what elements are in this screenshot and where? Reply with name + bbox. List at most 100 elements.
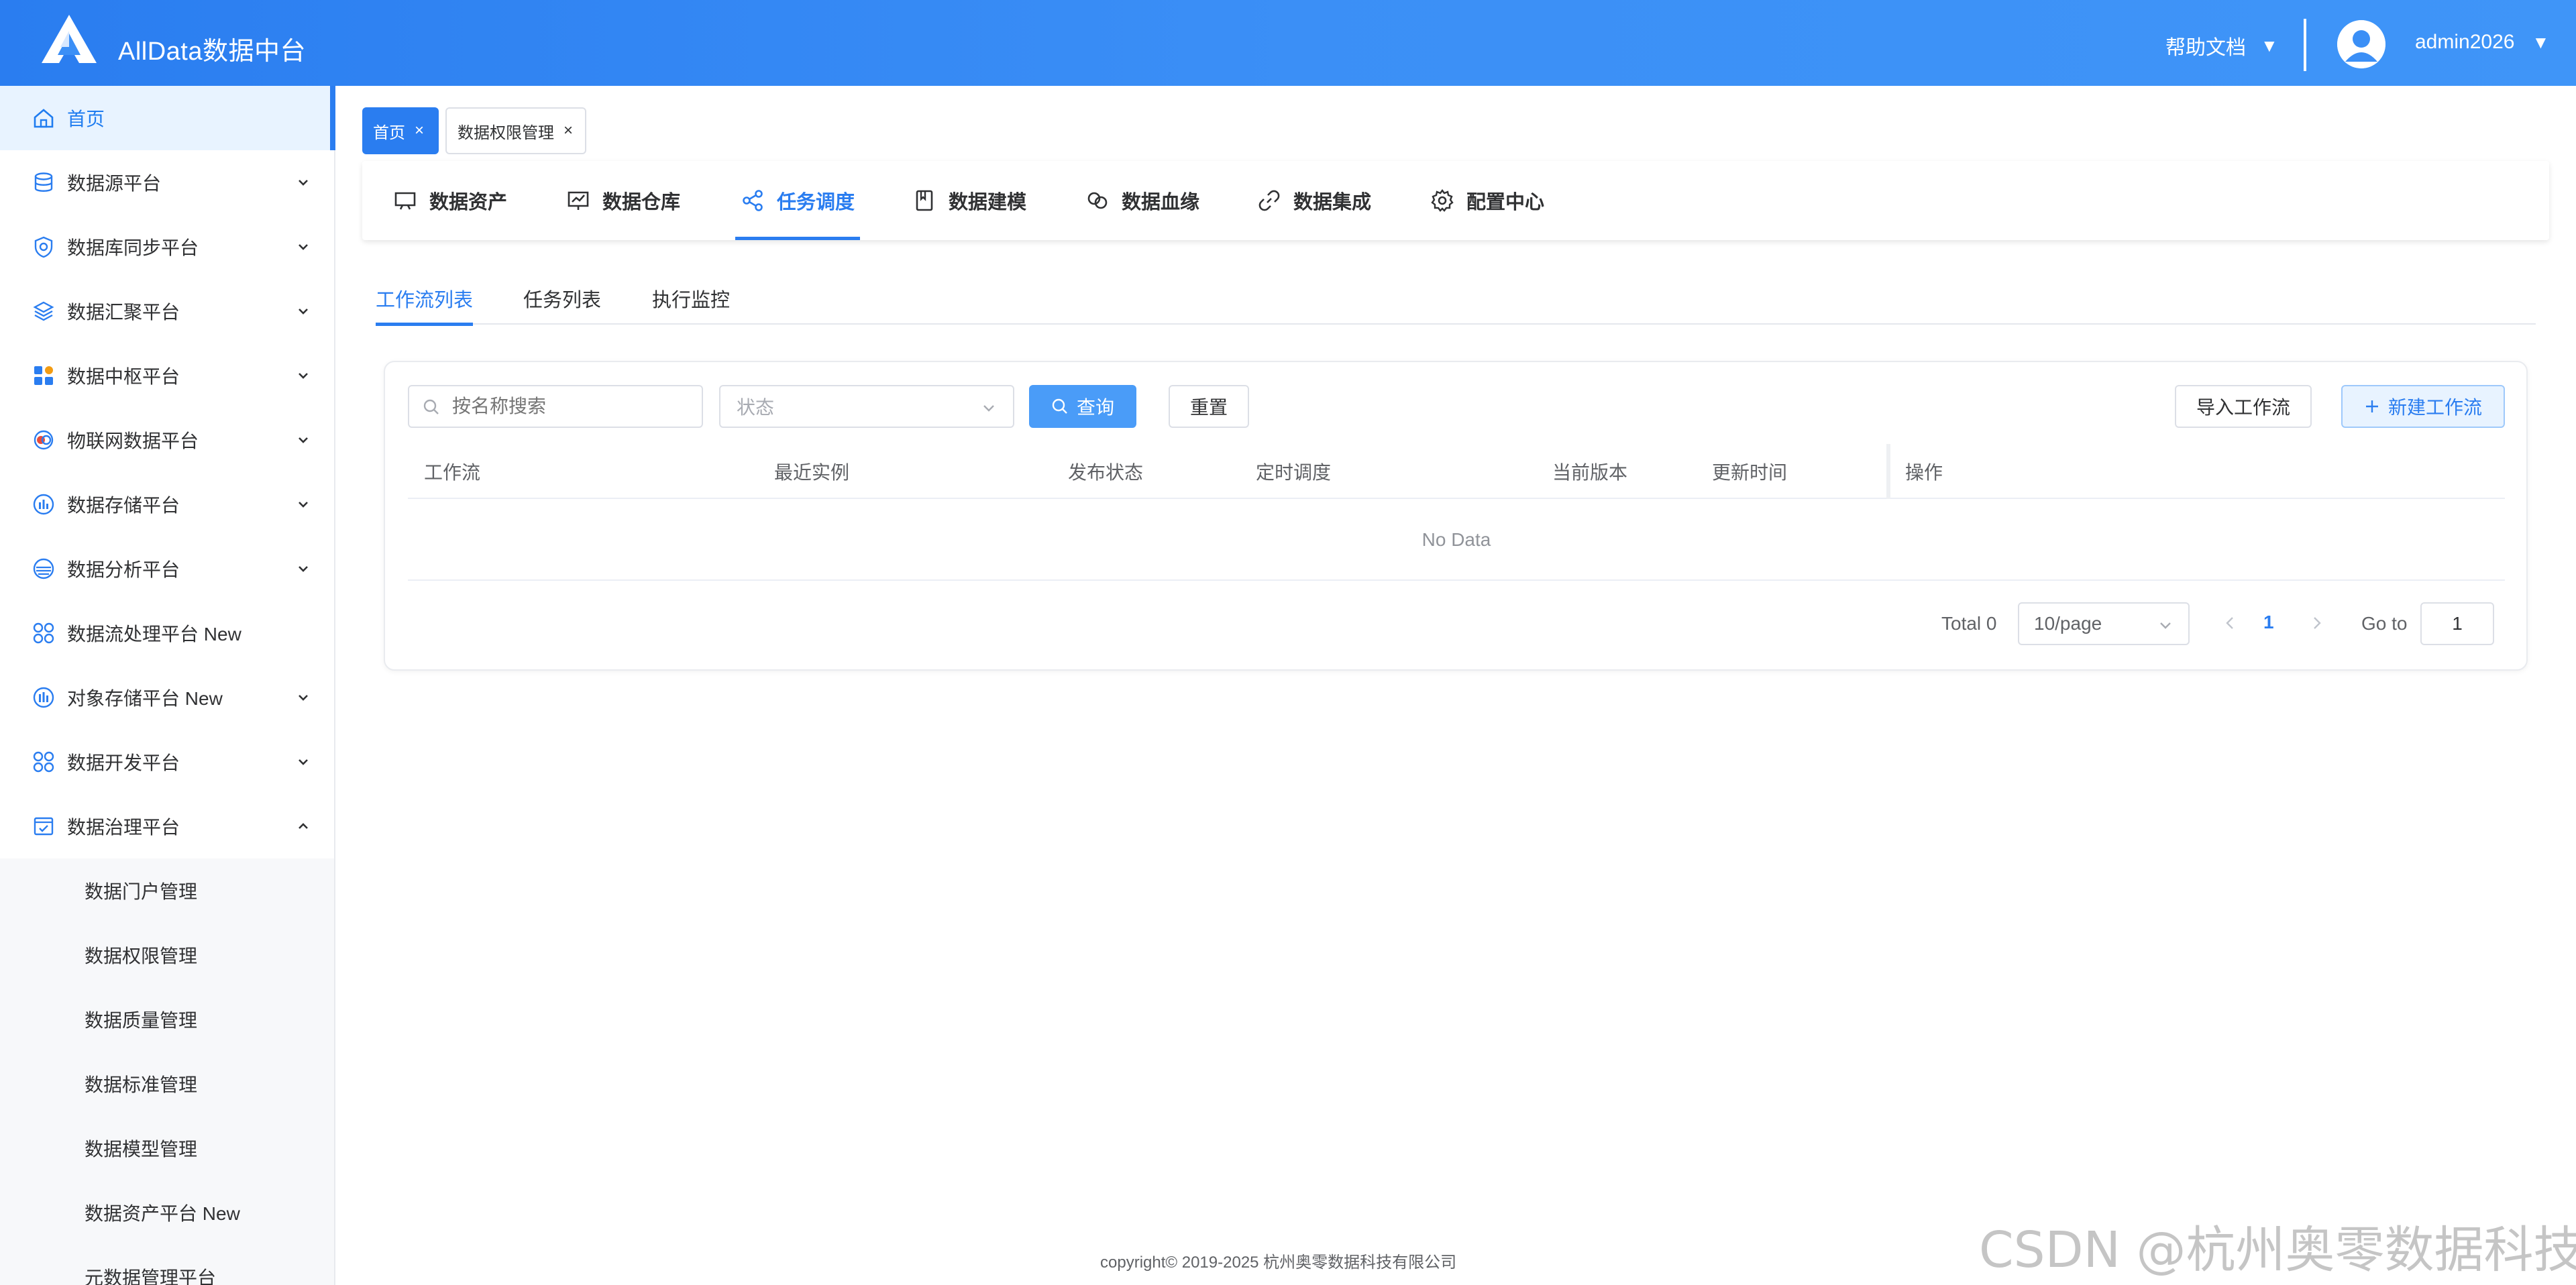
footer-copyright: copyright© 2019-2025 杭州奥零数据科技有限公司 xyxy=(1100,1253,1457,1272)
module-tab-label: 数据仓库 xyxy=(602,192,681,213)
tag-permission-management[interactable]: 数据权限管理 × xyxy=(445,107,586,154)
submenu-item-label: 元数据管理平台 xyxy=(85,1268,217,1285)
sidebar-item-aggregation[interactable]: 数据汇聚平台 xyxy=(0,279,334,343)
book-icon xyxy=(916,190,933,211)
help-docs-dropdown[interactable]: 帮助文档 ▼ xyxy=(2165,31,2278,60)
empty-state: No Data xyxy=(408,500,2505,581)
help-docs-label: 帮助文档 xyxy=(2165,37,2246,59)
sidebar-item-home[interactable]: 首页 xyxy=(0,86,335,150)
chevron-left-icon[interactable] xyxy=(2222,613,2238,633)
top-header: AllData数据中台 帮助文档 ▼ admin2026 ▼ xyxy=(0,0,2576,86)
close-icon[interactable]: × xyxy=(564,121,573,140)
import-workflow-button[interactable]: 导入工作流 xyxy=(2175,385,2312,428)
sidebar-item-label: 物联网数据平台 xyxy=(67,431,199,451)
submenu-item-standard[interactable]: 数据标准管理 xyxy=(0,1052,334,1116)
column-header[interactable]: 操作 xyxy=(1905,444,1943,499)
column-header[interactable]: 更新时间 xyxy=(1712,444,1787,499)
chevron-up-icon xyxy=(299,823,308,829)
reset-button[interactable]: 重置 xyxy=(1169,385,1249,428)
new-workflow-label: 新建工作流 xyxy=(2387,397,2482,418)
module-nav: 数据资产 数据仓库 任务调度 数据建模 数据血缘 数据集成 配置中心 xyxy=(362,161,2549,240)
submenu-item-portal[interactable]: 数据门户管理 xyxy=(0,858,334,923)
sidebar-item-label: 数据流处理平台 New xyxy=(67,624,241,645)
goto-label: Go to xyxy=(2361,613,2408,634)
alldata-logo-icon[interactable] xyxy=(40,13,98,64)
chevron-down-icon xyxy=(299,695,308,701)
page-number-current[interactable]: 1 xyxy=(2263,612,2274,633)
tab-workflow-list[interactable]: 工作流列表 xyxy=(376,282,474,326)
module-tab-label: 数据资产 xyxy=(429,192,508,213)
submenu-item-metadata[interactable]: 元数据管理平台 xyxy=(0,1245,334,1285)
module-tab-scheduling[interactable]: 任务调度 xyxy=(735,161,861,240)
sidebar-item-stream[interactable]: 数据流处理平台 New xyxy=(0,601,334,665)
search-icon xyxy=(423,399,439,414)
page-size-select[interactable]: 10/page xyxy=(2018,602,2190,645)
page-size-value: 10/page xyxy=(2034,613,2102,634)
column-header[interactable]: 工作流 xyxy=(424,444,480,499)
submenu-item-asset[interactable]: 数据资产平台 New xyxy=(0,1180,334,1245)
sidebar-item-label: 数据汇聚平台 xyxy=(67,302,180,323)
submenu-item-model[interactable]: 数据模型管理 xyxy=(0,1116,334,1180)
module-tab-integration[interactable]: 数据集成 xyxy=(1257,161,1371,240)
sidebar-item-label: 首页 xyxy=(67,109,105,129)
chevron-down-icon xyxy=(299,437,308,443)
workflow-card: 状态 查询 重置 导入工作流 新建工作流 工作流 最近实例 发布状态 定时调度 … xyxy=(384,361,2528,671)
user-avatar[interactable] xyxy=(2337,20,2385,68)
column-divider xyxy=(1886,444,1890,499)
column-header[interactable]: 定时调度 xyxy=(1256,444,1331,499)
link-circles-icon xyxy=(1087,192,1108,209)
status-select-placeholder: 状态 xyxy=(737,397,775,418)
app-title[interactable]: AllData数据中台 xyxy=(118,30,306,67)
submenu-item-label: 数据门户管理 xyxy=(85,881,198,902)
module-tab-warehouse[interactable]: 数据仓库 xyxy=(566,161,680,240)
four-circles-icon xyxy=(31,620,56,646)
chevron-down-icon xyxy=(299,244,308,250)
goto-page-input[interactable]: 1 xyxy=(2420,602,2494,645)
submenu-item-permission[interactable]: 数据权限管理 xyxy=(0,923,334,987)
module-tab-label: 数据集成 xyxy=(1293,192,1372,213)
tab-task-list[interactable]: 任务列表 xyxy=(523,282,601,325)
plus-icon xyxy=(2365,400,2378,412)
module-tab-data-asset[interactable]: 数据资产 xyxy=(393,161,507,240)
module-tab-config[interactable]: 配置中心 xyxy=(1430,161,1544,240)
chevron-down-icon xyxy=(299,309,308,315)
status-select[interactable]: 状态 xyxy=(719,385,1014,428)
user-name-label: admin2026 xyxy=(2415,31,2515,53)
sidebar-item-dev[interactable]: 数据开发平台 xyxy=(0,730,334,794)
chevron-down-icon xyxy=(2160,622,2171,629)
sidebar-item-db-sync[interactable]: 数据库同步平台 xyxy=(0,215,334,279)
module-tab-lineage[interactable]: 数据血缘 xyxy=(1085,161,1199,240)
sidebar-item-label: 数据存储平台 xyxy=(67,495,180,516)
chevron-right-icon[interactable] xyxy=(2309,613,2325,633)
new-workflow-button[interactable]: 新建工作流 xyxy=(2341,385,2505,428)
submenu-item-quality[interactable]: 数据质量管理 xyxy=(0,987,334,1052)
tab-exec-monitor[interactable]: 执行监控 xyxy=(652,282,730,325)
sidebar-item-analysis[interactable]: 数据分析平台 xyxy=(0,537,334,601)
module-tab-modeling[interactable]: 数据建模 xyxy=(912,161,1026,240)
close-icon[interactable]: × xyxy=(415,121,424,140)
sidebar-item-iot[interactable]: 物联网数据平台 xyxy=(0,408,334,472)
column-header[interactable]: 最近实例 xyxy=(774,444,849,499)
sidebar-item-storage[interactable]: 数据存储平台 xyxy=(0,472,334,537)
module-tab-label: 数据血缘 xyxy=(1122,192,1200,213)
table-header: 工作流 最近实例 发布状态 定时调度 当前版本 更新时间 操作 xyxy=(408,444,2505,499)
user-menu-dropdown[interactable]: admin2026 ▼ xyxy=(2415,31,2549,54)
sidebar-item-label: 数据中枢平台 xyxy=(67,366,180,387)
user-avatar-icon xyxy=(2337,20,2385,68)
sidebar-item-hub[interactable]: 数据中枢平台 xyxy=(0,343,334,408)
sidebar-item-label: 数据开发平台 xyxy=(67,752,180,773)
hub-grid-icon xyxy=(31,363,56,388)
column-header[interactable]: 发布状态 xyxy=(1068,444,1143,499)
query-button[interactable]: 查询 xyxy=(1029,385,1136,428)
sidebar-item-object-storage[interactable]: 对象存储平台 New xyxy=(0,665,334,730)
chevron-down-icon xyxy=(299,502,308,508)
tag-home[interactable]: 首页 × xyxy=(362,107,439,154)
query-button-label: 查询 xyxy=(1076,397,1114,418)
search-icon xyxy=(1052,398,1067,414)
module-tab-label: 任务调度 xyxy=(777,192,855,213)
sidebar-item-datasource[interactable]: 数据源平台 xyxy=(0,150,334,215)
search-input[interactable] xyxy=(408,385,703,428)
column-header[interactable]: 当前版本 xyxy=(1552,444,1627,499)
sidebar-item-governance[interactable]: 数据治理平台 xyxy=(0,794,334,858)
dev-circles-icon xyxy=(31,749,56,775)
